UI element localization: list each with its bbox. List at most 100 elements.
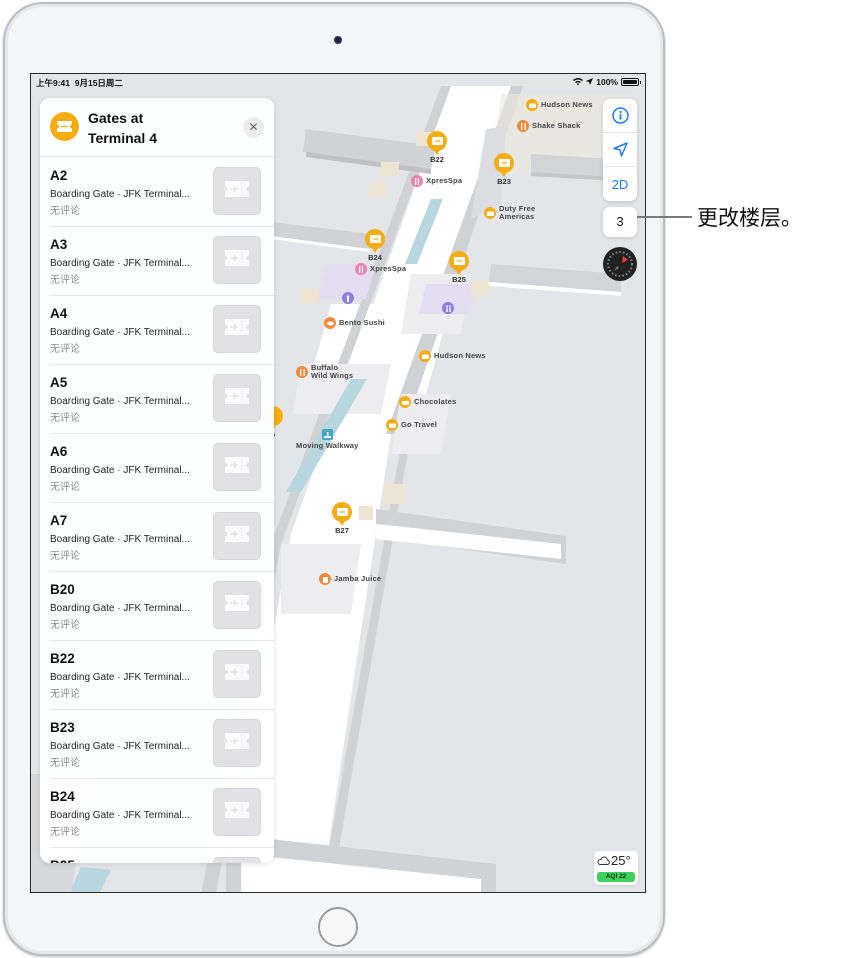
view-mode-label: 2D (611, 176, 629, 192)
poi-bento-sushi[interactable]: Bento Sushi (324, 317, 385, 329)
gate-pin-b22[interactable]: B22 (425, 131, 449, 164)
poi-label: XpresSpa (426, 176, 463, 185)
status-bar: 上午9:41 9月15日周二 100% (31, 74, 645, 90)
poi-label: Buffalo Wild Wings (311, 364, 353, 380)
close-button[interactable]: ✕ (243, 117, 264, 138)
gate-thumbnail (213, 650, 261, 698)
ticket-icon (365, 229, 385, 253)
gate-label: B22 (430, 155, 444, 164)
view-mode-button[interactable]: 2D (603, 167, 637, 201)
gate-thumbnail (213, 236, 261, 284)
ticket-icon (225, 525, 249, 547)
gate-list-item[interactable]: A3 Boarding Gate · JFK Terminal... 无评论 (50, 227, 274, 296)
poi-label: Shake Shack (532, 121, 581, 130)
gate-subtitle: Boarding Gate · JFK Terminal... (50, 327, 190, 338)
gate-name: B20 (50, 582, 75, 597)
close-icon: ✕ (248, 120, 259, 134)
gate-subtitle: Boarding Gate · JFK Terminal... (50, 741, 190, 752)
gate-reviews: 无评论 (50, 551, 80, 562)
map-controls: 2D (603, 99, 637, 201)
ticket-icon (225, 594, 249, 616)
basket-icon (399, 396, 411, 408)
gate-list-item[interactable]: A4 Boarding Gate · JFK Terminal... 无评论 (50, 296, 274, 365)
panel-title-line: Terminal 4 (88, 130, 157, 146)
wifi-icon (573, 77, 584, 87)
gate-thumbnail (213, 512, 261, 560)
ticket-icon (449, 251, 469, 275)
ticket-icon (427, 131, 447, 155)
spa-icon (355, 263, 367, 275)
gate-reviews: 无评论 (50, 344, 80, 355)
poi-go-travel[interactable]: Go Travel (386, 419, 437, 431)
gate-pin-b25[interactable]: B25 (447, 251, 471, 284)
gate-subtitle: Boarding Gate · JFK Terminal... (50, 258, 190, 269)
gate-name: B25 (50, 858, 75, 863)
gate-list-item[interactable]: A5 Boarding Gate · JFK Terminal... 无评论 (50, 365, 274, 434)
home-button[interactable] (318, 907, 358, 947)
gate-thumbnail (213, 857, 261, 863)
gate-thumbnail (213, 719, 261, 767)
ipad-frame: B22 B23 B24 B25 B27 6 Hudson News (3, 2, 665, 956)
gate-list-item[interactable]: A6 Boarding Gate · JFK Terminal... 无评论 (50, 434, 274, 503)
ticket-icon (332, 502, 352, 526)
panel-title: Gates at Terminal 4 (88, 108, 228, 148)
gate-reviews: 无评论 (50, 413, 80, 424)
battery-fill (623, 80, 637, 84)
gate-pin-b23[interactable]: B23 (492, 153, 516, 186)
gate-subtitle: Boarding Gate · JFK Terminal... (50, 465, 190, 476)
gate-list-item[interactable]: B20 Boarding Gate · JFK Terminal... 无评论 (50, 572, 274, 641)
poi-duty-free-americas[interactable]: Duty Free Americas (484, 205, 535, 221)
status-date: 9月15日周二 (74, 78, 123, 88)
gate-name: A2 (50, 168, 68, 183)
info-button[interactable] (603, 99, 637, 133)
compass-button[interactable] (603, 247, 637, 281)
gate-reviews: 无评论 (50, 206, 80, 217)
gate-label: B27 (335, 526, 349, 535)
ticket-icon (225, 249, 249, 271)
restroom-2[interactable] (442, 302, 454, 314)
gate-name: A5 (50, 375, 68, 390)
gate-list-item[interactable]: A2 Boarding Gate · JFK Terminal... 无评论 (50, 158, 274, 227)
gate-list-item[interactable]: B25 (50, 848, 274, 863)
cloud-icon (597, 856, 610, 865)
gate-list-item[interactable]: A7 Boarding Gate · JFK Terminal... 无评论 (50, 503, 274, 572)
poi-hudson-news-2[interactable]: Hudson News (419, 350, 486, 362)
gate-name: B24 (50, 789, 75, 804)
poi-buffalo-wild-wings[interactable]: Buffalo Wild Wings (296, 364, 353, 380)
poi-shake-shack[interactable]: Shake Shack (517, 120, 580, 132)
gate-name: B23 (50, 720, 75, 735)
restroom-1[interactable] (342, 292, 354, 304)
gate-label: B25 (452, 275, 466, 284)
gate-reviews: 无评论 (50, 689, 80, 700)
poi-label: Jamba Juice (334, 574, 382, 583)
gate-pin-b24[interactable]: B24 (363, 229, 387, 262)
gate-list-item[interactable]: B22 Boarding Gate · JFK Terminal... 无评论 (50, 641, 274, 710)
poi-hudson-news-1[interactable]: Hudson News (526, 99, 593, 111)
gate-list[interactable]: A2 Boarding Gate · JFK Terminal... 无评论 A3 Bo… (40, 158, 274, 863)
gate-pin-b27[interactable]: B27 (330, 502, 354, 535)
aqi-badge: AQI 22 (597, 872, 635, 882)
gate-subtitle: Boarding Gate · JFK Terminal... (50, 672, 190, 683)
poi-label: XpresSpa (370, 264, 407, 273)
gate-thumbnail (213, 788, 261, 836)
poi-label: Duty Free Americas (499, 205, 535, 221)
gate-name: A4 (50, 306, 68, 321)
front-camera (334, 36, 342, 44)
poi-chocolates[interactable]: Chocolates (399, 396, 456, 408)
shopping-bag-icon (484, 207, 496, 219)
poi-xpresspa-2[interactable]: XpresSpa (355, 263, 406, 275)
current-location-button[interactable] (603, 133, 637, 167)
poi-moving-walkway[interactable]: Moving Walkway (296, 429, 359, 450)
gate-subtitle: Boarding Gate · JFK Terminal... (50, 603, 190, 614)
floor-label: 3 (616, 214, 624, 229)
gate-list-item[interactable]: B24 Boarding Gate · JFK Terminal... 无评论 (50, 779, 274, 848)
floor-picker-button[interactable]: 3 (603, 207, 637, 237)
ticket-icon (225, 456, 249, 478)
poi-xpresspa-1[interactable]: XpresSpa (411, 175, 462, 187)
status-time-date: 上午9:41 9月15日周二 (36, 77, 123, 89)
location-arrow-icon (586, 77, 594, 87)
ticket-icon (225, 318, 249, 340)
callout-text: 更改楼层。 (697, 206, 802, 230)
poi-jamba-juice[interactable]: Jamba Juice (319, 573, 381, 585)
gate-list-item[interactable]: B23 Boarding Gate · JFK Terminal... 无评论 (50, 710, 274, 779)
